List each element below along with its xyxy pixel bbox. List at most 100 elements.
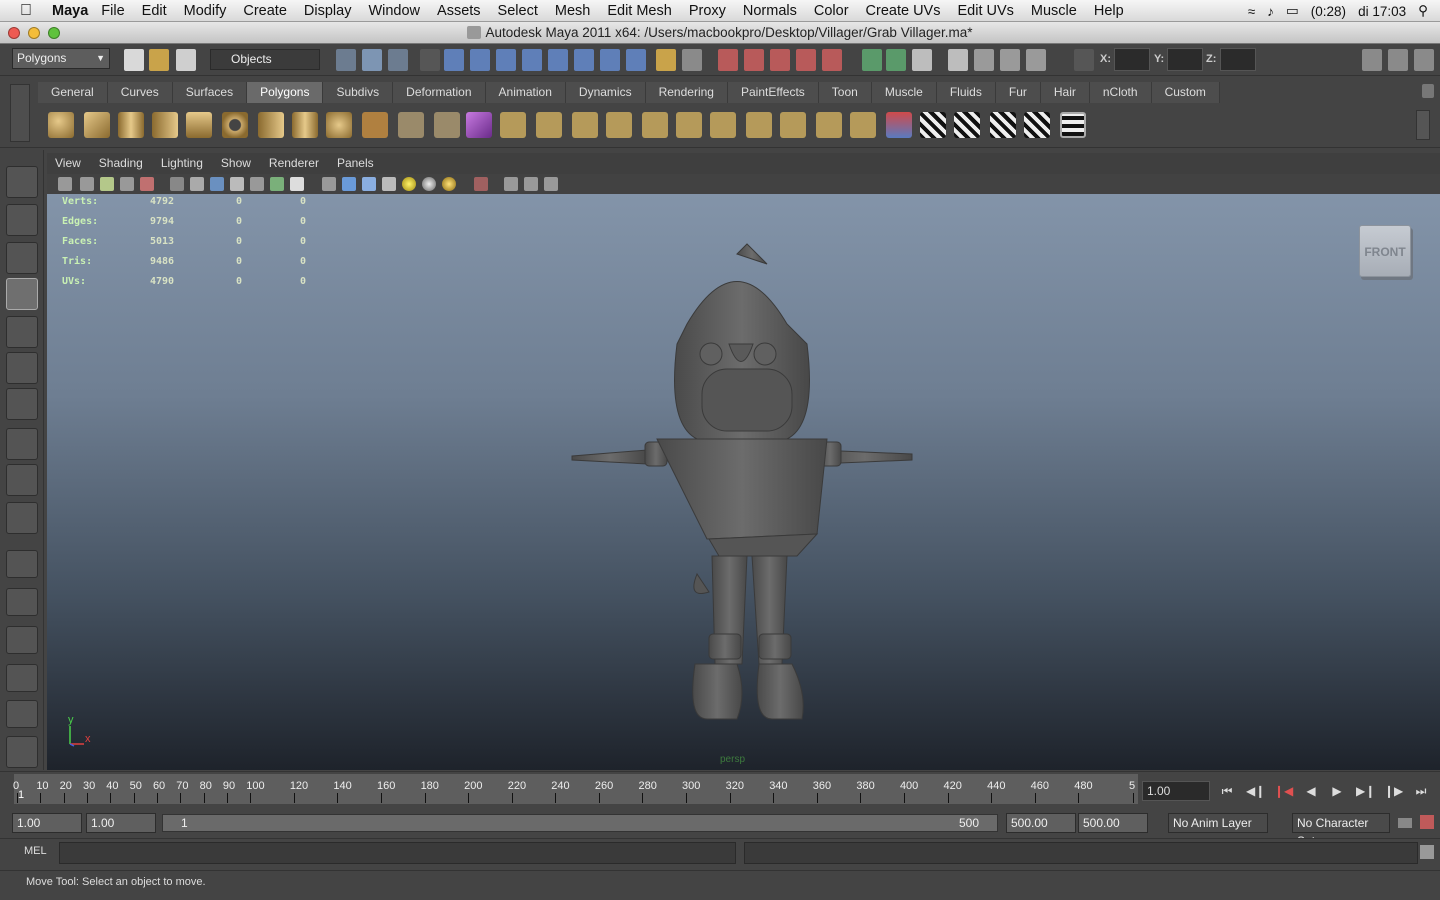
menu-help[interactable]: Help: [1094, 3, 1124, 19]
tab-toon[interactable]: Toon: [818, 82, 872, 103]
select-by-component-icon[interactable]: [388, 49, 408, 71]
smooth-shade-icon[interactable]: [342, 177, 356, 191]
xray-joints-icon[interactable]: [524, 177, 538, 191]
ipr-render-icon[interactable]: [1000, 49, 1020, 71]
new-scene-icon[interactable]: [124, 49, 144, 71]
select-deformations-icon[interactable]: [548, 49, 568, 71]
xray-icon[interactable]: [504, 177, 518, 191]
tab-general[interactable]: General: [38, 82, 108, 103]
menu-mesh[interactable]: Mesh: [555, 3, 590, 19]
merge-vertices-icon[interactable]: [816, 112, 842, 138]
poly-plane-icon[interactable]: [186, 112, 212, 138]
selection-mode-dropdown[interactable]: Objects: [210, 49, 320, 70]
tab-muscle[interactable]: Muscle: [871, 82, 937, 103]
minimize-window-button[interactable]: [28, 27, 40, 39]
gate-mask-icon[interactable]: [230, 177, 244, 191]
menu-normals[interactable]: Normals: [743, 3, 797, 19]
mel-label[interactable]: MEL: [24, 845, 47, 857]
highlight-selection-icon[interactable]: [682, 49, 702, 71]
shelf-menu-handle[interactable]: [10, 84, 30, 142]
field-chart-icon[interactable]: [250, 177, 264, 191]
menu-color[interactable]: Color: [814, 3, 849, 19]
snap-to-points-icon[interactable]: [770, 49, 790, 71]
tab-custom[interactable]: Custom: [1151, 82, 1220, 103]
step-forward-key-icon[interactable]: ▶❙: [1356, 784, 1375, 800]
paint-select-tool-icon[interactable]: [6, 242, 38, 274]
poly-cube-icon[interactable]: [84, 112, 110, 138]
tab-surfaces[interactable]: Surfaces: [172, 82, 248, 103]
safe-action-icon[interactable]: [270, 177, 284, 191]
tab-deformation[interactable]: Deformation: [393, 82, 486, 103]
close-window-button[interactable]: [8, 27, 20, 39]
menu-display[interactable]: Display: [304, 3, 352, 19]
split-polygon-icon[interactable]: [606, 112, 632, 138]
view-cube[interactable]: FRONT: [1359, 225, 1411, 277]
scale-tool-icon[interactable]: [6, 352, 38, 384]
hardware-texturing-icon[interactable]: [544, 177, 558, 191]
select-curves-icon[interactable]: [496, 49, 516, 71]
character-set-dropdown[interactable]: No Character Set: [1292, 813, 1390, 848]
tab-painteffects[interactable]: PaintEffects: [727, 82, 819, 103]
bookmarks-icon[interactable]: [100, 177, 114, 191]
spotlight-icon[interactable]: ⚲: [1418, 3, 1428, 19]
z-field[interactable]: [1220, 48, 1256, 71]
panel-menu-show[interactable]: Show: [221, 156, 251, 170]
volume-icon[interactable]: ♪: [1267, 4, 1274, 19]
tab-curves[interactable]: Curves: [107, 82, 173, 103]
image-plane-icon[interactable]: [120, 177, 134, 191]
render-settings-icon[interactable]: [1026, 49, 1046, 71]
select-by-object-icon[interactable]: [362, 49, 382, 71]
attribute-editor-icon[interactable]: [1388, 49, 1408, 71]
step-forward-frame-icon[interactable]: ❙▶: [1384, 784, 1403, 800]
lock-selection-icon[interactable]: [656, 49, 676, 71]
add-divisions-icon[interactable]: [710, 112, 736, 138]
wireframe-on-shaded-icon[interactable]: [362, 177, 376, 191]
selection-mask-icon[interactable]: [420, 49, 440, 71]
persp-graph-layout-icon[interactable]: [6, 664, 38, 692]
play-forwards-icon[interactable]: ▶: [1328, 784, 1346, 800]
wedge-face-icon[interactable]: [780, 112, 806, 138]
smooth-icon[interactable]: [434, 112, 460, 138]
panel-menu-view[interactable]: View: [55, 156, 81, 170]
cylindrical-mapping-icon[interactable]: [954, 112, 980, 138]
poly-pipe-icon[interactable]: [292, 112, 318, 138]
trash-icon[interactable]: [1422, 84, 1434, 98]
menu-assets[interactable]: Assets: [437, 3, 481, 19]
single-perspective-layout-icon[interactable]: [6, 550, 38, 578]
tab-fluids[interactable]: Fluids: [936, 82, 996, 103]
offset-edge-loop-icon[interactable]: [676, 112, 702, 138]
snap-to-grids-icon[interactable]: [718, 49, 738, 71]
apple-icon[interactable]: : [0, 2, 32, 20]
start-time-field[interactable]: 1.00: [12, 813, 82, 833]
poly-torus-icon[interactable]: [222, 112, 248, 138]
input-history-icon[interactable]: [862, 49, 882, 71]
select-misc-icon[interactable]: [626, 49, 646, 71]
channel-box-icon[interactable]: [1414, 49, 1434, 71]
step-back-key-icon[interactable]: ❙◀: [1274, 784, 1293, 800]
menu-edit-uvs[interactable]: Edit UVs: [957, 3, 1013, 19]
automatic-mapping-icon[interactable]: [1024, 112, 1050, 138]
open-scene-icon[interactable]: [149, 49, 169, 71]
menu-select[interactable]: Select: [498, 3, 538, 19]
append-polygon-icon[interactable]: [572, 112, 598, 138]
insert-edge-loop-icon[interactable]: [642, 112, 668, 138]
poly-pyramid-icon[interactable]: [258, 112, 284, 138]
lasso-tool-icon[interactable]: [6, 204, 38, 236]
shadows-icon[interactable]: [442, 177, 456, 191]
poly-soccer-ball-icon[interactable]: [326, 112, 352, 138]
select-joints-icon[interactable]: [470, 49, 490, 71]
move-tool-icon[interactable]: [6, 278, 38, 310]
show-manipulator-tool-icon[interactable]: [6, 464, 38, 496]
menu-window[interactable]: Window: [368, 3, 420, 19]
go-to-end-icon[interactable]: ⏭: [1412, 784, 1430, 800]
tab-ncloth[interactable]: nCloth: [1089, 82, 1152, 103]
input-box-icon[interactable]: [1074, 49, 1094, 71]
use-all-lights-icon[interactable]: [422, 177, 436, 191]
panel-menu-lighting[interactable]: Lighting: [161, 156, 203, 170]
select-by-hierarchy-icon[interactable]: [336, 49, 356, 71]
poly-sphere-icon[interactable]: [48, 112, 74, 138]
save-scene-icon[interactable]: [176, 49, 196, 71]
menu-muscle[interactable]: Muscle: [1031, 3, 1077, 19]
use-default-lighting-icon[interactable]: [402, 177, 416, 191]
panel-menu-renderer[interactable]: Renderer: [269, 156, 319, 170]
